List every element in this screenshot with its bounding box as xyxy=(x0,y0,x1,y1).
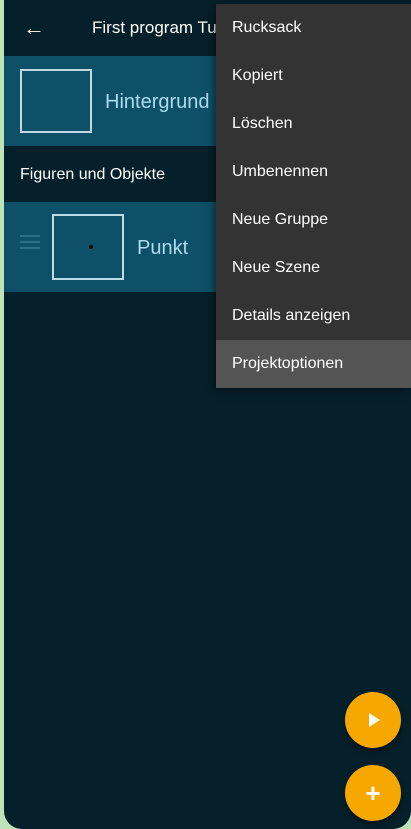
menu-item-umbenennen[interactable]: Umbenennen xyxy=(216,148,411,196)
menu-item-neue-gruppe[interactable]: Neue Gruppe xyxy=(216,196,411,244)
arrow-left-icon[interactable]: ← xyxy=(20,14,48,42)
menu-item-neue-szene[interactable]: Neue Szene xyxy=(216,244,411,292)
menu-item-loeschen[interactable]: Löschen xyxy=(216,100,411,148)
toolbar-title: First program Tu xyxy=(92,18,217,37)
add-button[interactable]: + xyxy=(345,765,401,821)
drag-handle-icon[interactable] xyxy=(20,235,40,251)
sprite-thumbnail xyxy=(52,214,124,280)
menu-item-details-anzeigen[interactable]: Details anzeigen xyxy=(216,292,411,340)
background-thumbnail xyxy=(20,69,92,133)
play-button[interactable] xyxy=(345,692,401,748)
menu-item-rucksack[interactable]: Rucksack xyxy=(216,4,411,52)
menu-item-kopiert[interactable]: Kopiert xyxy=(216,52,411,100)
menu-item-projektoptionen[interactable]: Projektoptionen xyxy=(216,340,411,388)
project-screen: ← First program Tu Hintergrund Figuren u… xyxy=(4,0,411,829)
sprite-label: Punkt xyxy=(137,237,189,259)
sprite-dot xyxy=(89,245,93,249)
play-icon xyxy=(369,713,380,727)
plus-icon: + xyxy=(365,778,381,808)
overflow-menu: Rucksack Kopiert Löschen Umbenennen Neue… xyxy=(216,4,411,388)
background-label: Hintergrund xyxy=(105,91,210,113)
section-title: Figuren und Objekte xyxy=(20,166,165,183)
